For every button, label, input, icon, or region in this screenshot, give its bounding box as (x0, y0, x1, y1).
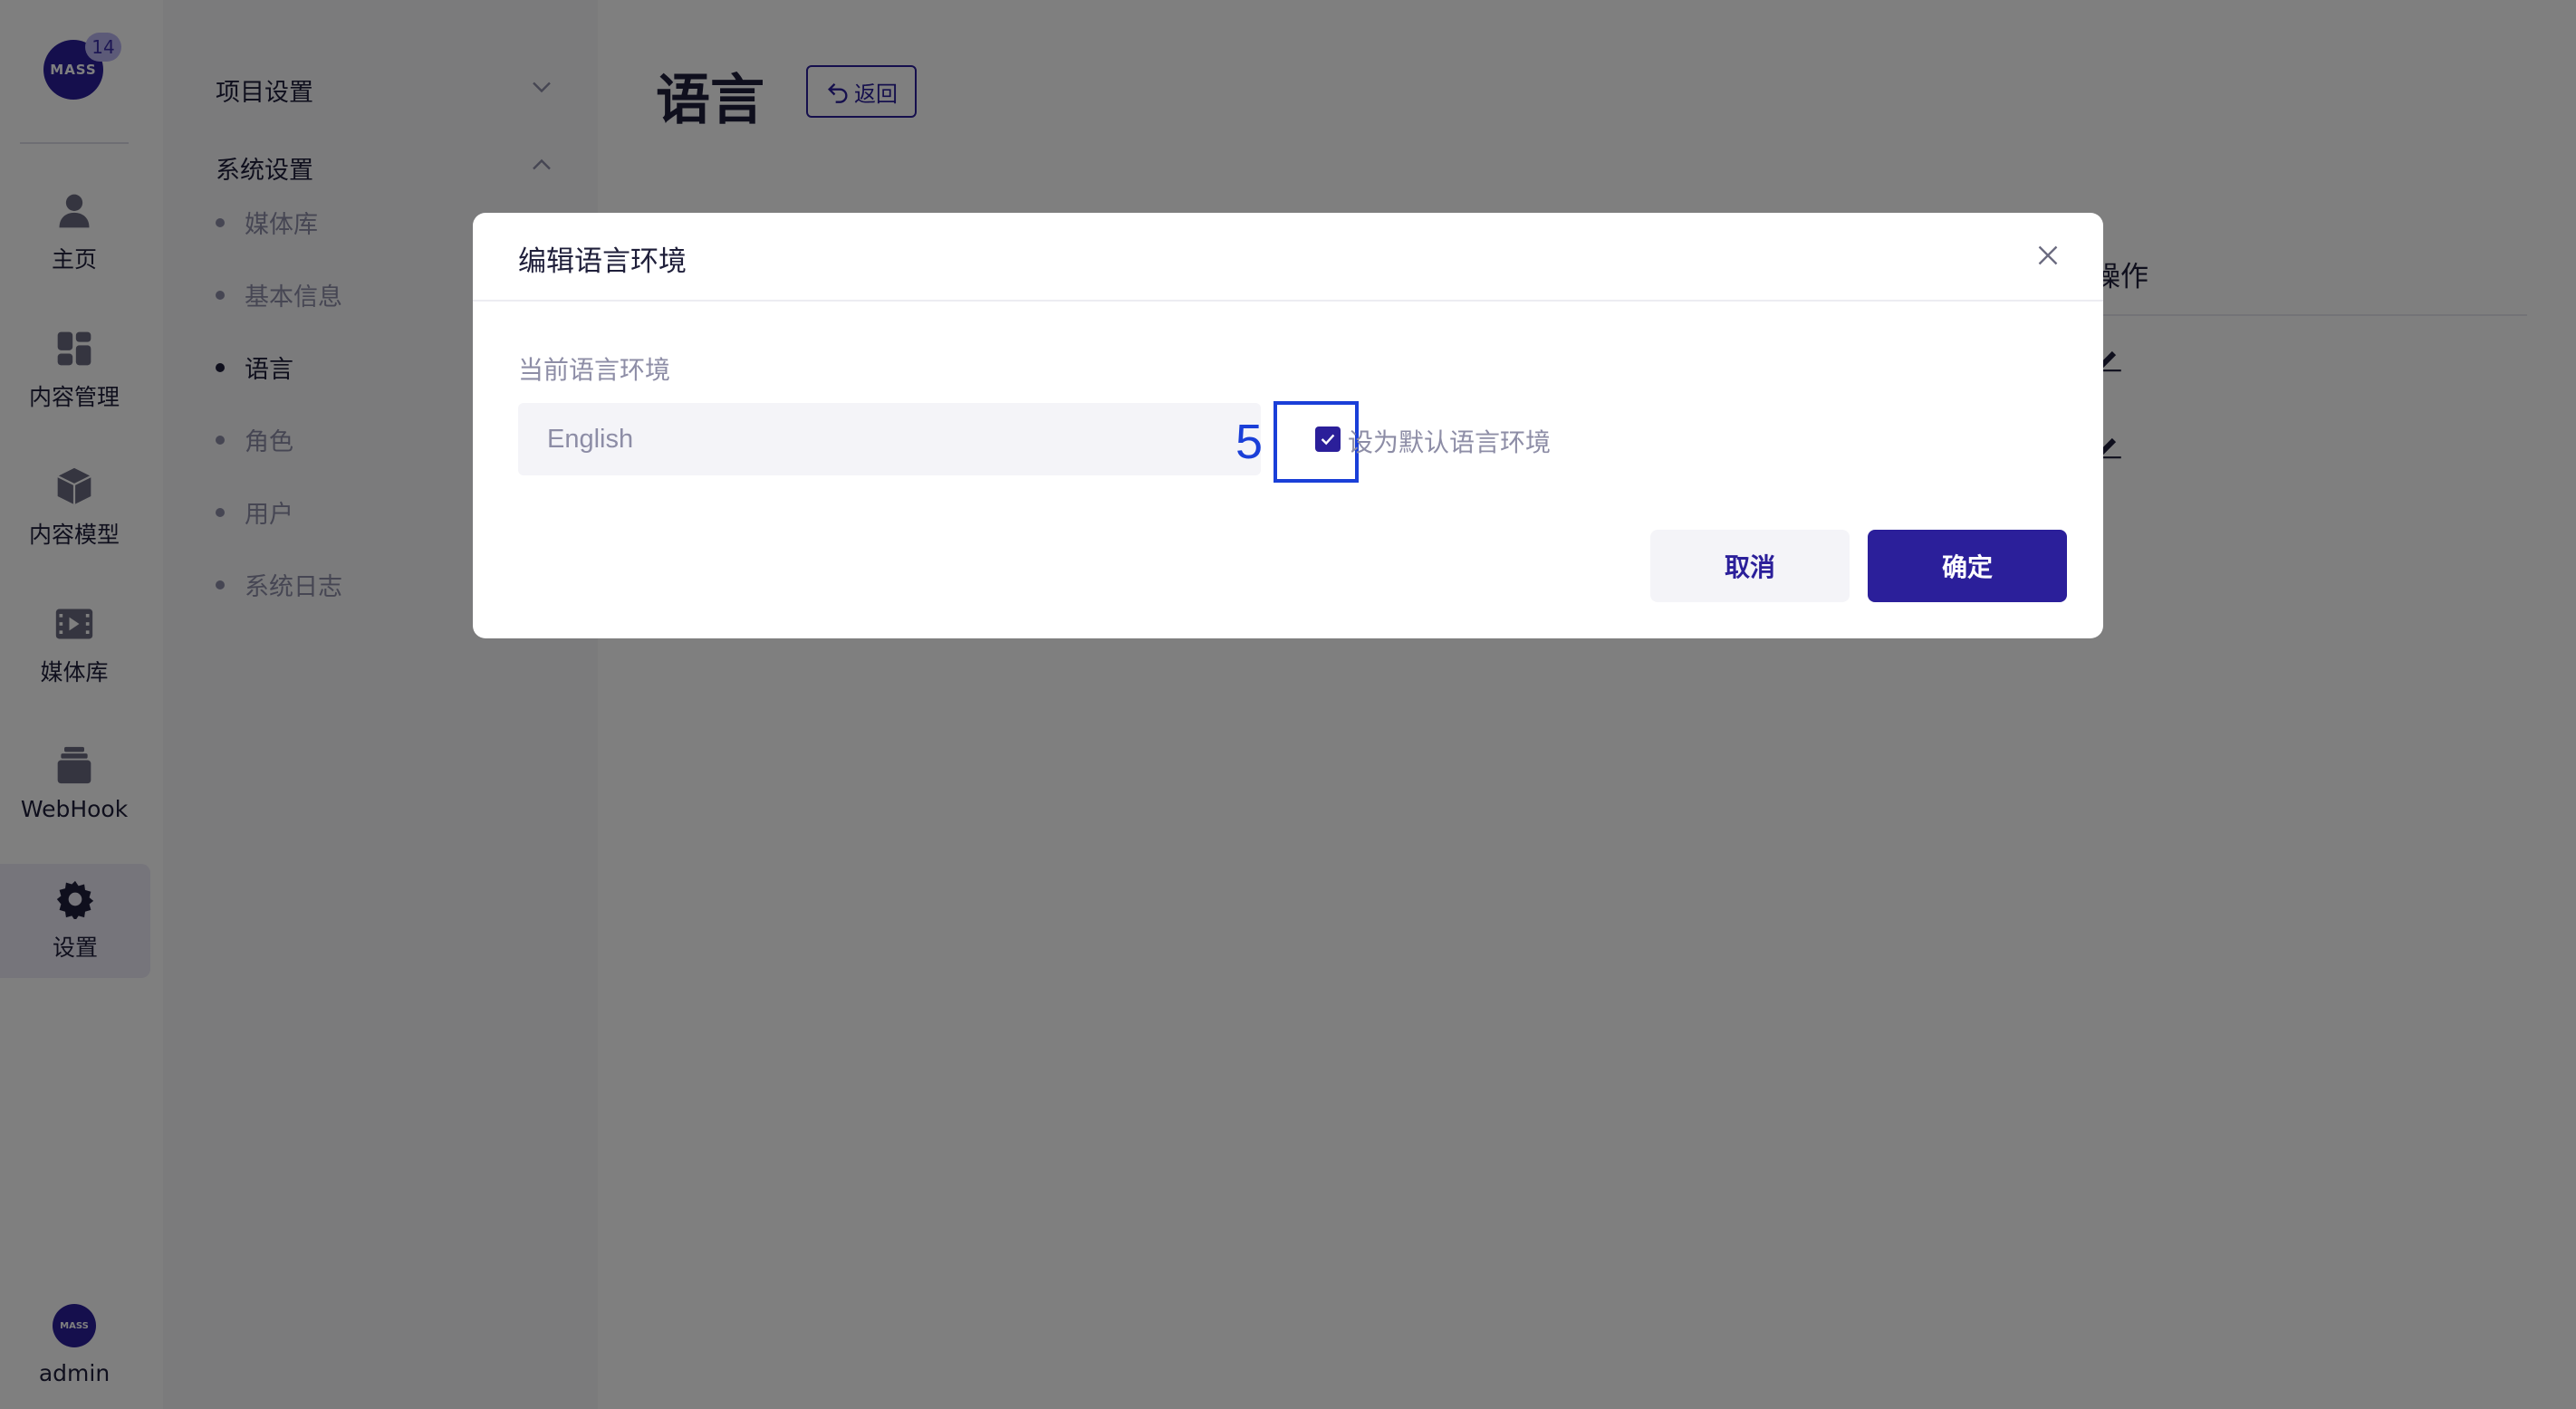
confirm-button[interactable]: 确定 (1868, 530, 2067, 602)
edit-locale-dialog: 编辑语言环境 当前语言环境 5 设为默认语言环境 取消 确定 (473, 213, 2103, 638)
modal-backdrop[interactable] (0, 0, 2576, 1409)
default-locale-label[interactable]: 设为默认语言环境 (1348, 423, 1551, 459)
checkmark-icon (1321, 434, 1335, 446)
annotation-number: 5 (1235, 415, 1264, 469)
dialog-title: 编辑语言环境 (518, 245, 687, 278)
dialog-header: 编辑语言环境 (473, 213, 2103, 302)
close-icon[interactable] (2031, 238, 2065, 273)
cancel-button[interactable]: 取消 (1650, 530, 1850, 602)
current-locale-label: 当前语言环境 (518, 355, 671, 385)
current-locale-input[interactable] (518, 403, 1261, 475)
default-locale-checkbox[interactable] (1315, 427, 1341, 452)
